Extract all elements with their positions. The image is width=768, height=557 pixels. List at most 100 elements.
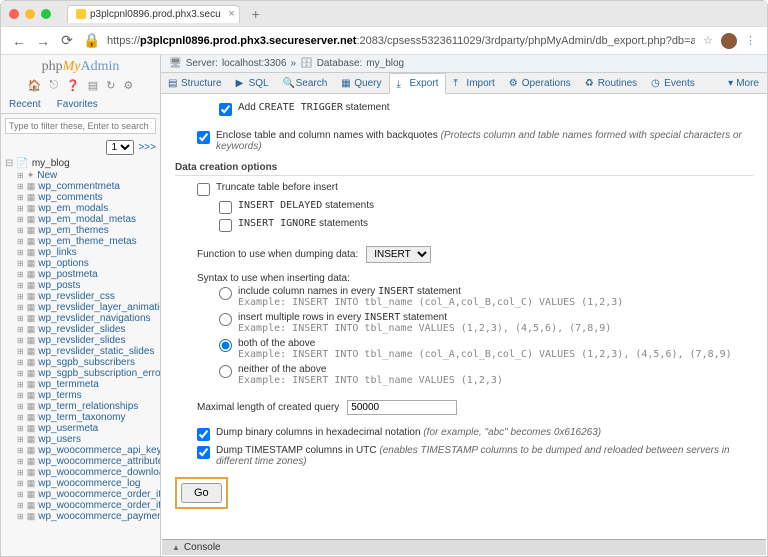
tabs-more[interactable]: ▾More [728, 78, 767, 89]
tab-search[interactable]: 🔍Search [276, 74, 335, 93]
add-create-trigger-checkbox[interactable] [219, 103, 232, 116]
reload-nav-icon[interactable]: ↻ [106, 79, 115, 92]
expand-icon[interactable]: ⊞ [17, 259, 24, 268]
table-node[interactable]: ⊞▦wp_commentmeta [5, 181, 160, 192]
expand-icon[interactable]: ⊞ [17, 380, 24, 389]
expand-icon[interactable]: ⊞ [17, 270, 24, 279]
expand-icon[interactable]: ⊞ [17, 369, 24, 378]
expand-icon[interactable]: ⊞ [17, 358, 24, 367]
expand-icon[interactable]: ⊞ [17, 424, 24, 433]
expand-icon[interactable]: ⊞ [17, 490, 24, 499]
expand-icon[interactable]: ⊞ [17, 391, 24, 400]
table-node[interactable]: ⊞▦wp_sgpb_subscribers [5, 357, 160, 368]
table-node[interactable]: ⊞▦wp_woocommerce_attribute_ [5, 456, 160, 467]
docs-icon[interactable]: ❓ [66, 79, 80, 92]
tab-routines[interactable]: ♻Routines [578, 74, 644, 93]
go-button[interactable]: Go [181, 483, 222, 503]
table-node[interactable]: ⊞▦wp_em_modals [5, 203, 160, 214]
console-bar[interactable]: ▲ Console [162, 539, 766, 555]
dump-ts-utc-checkbox[interactable] [197, 446, 210, 459]
expand-icon[interactable]: ⊞ [17, 457, 24, 466]
logout-icon[interactable]: ⎋ [49, 79, 58, 92]
tab-favorites[interactable]: Favorites [49, 96, 106, 113]
expand-icon[interactable]: ⊞ [17, 413, 24, 422]
browser-tab[interactable]: p3plcpnl0896.prod.phx3.secu × [67, 5, 240, 23]
table-node[interactable]: ⊞▦wp_usermeta [5, 423, 160, 434]
page-next[interactable]: >>> [138, 142, 156, 153]
tab-events[interactable]: ◷Events [644, 74, 702, 93]
expand-icon[interactable]: ⊞ [17, 182, 24, 191]
breadcrumb-server[interactable]: localhost:3306 [222, 58, 287, 69]
enclose-backquotes-checkbox[interactable] [197, 131, 210, 144]
expand-icon[interactable]: ⊞ [17, 215, 24, 224]
reload-icon[interactable]: ⟳ [59, 32, 75, 49]
table-node[interactable]: ⊞▦wp_termmeta [5, 379, 160, 390]
tab-import[interactable]: ⤒Import [446, 74, 501, 93]
db-node[interactable]: ⊟ 📄 my_blog [5, 157, 160, 170]
expand-icon[interactable]: ⊞ [17, 248, 24, 257]
expand-icon[interactable]: ⊞ [17, 171, 24, 180]
tab-sql[interactable]: ▶SQL [229, 74, 276, 93]
back-icon[interactable]: ← [11, 33, 27, 49]
table-node[interactable]: ⊞▦wp_sgpb_subscription_error_ [5, 368, 160, 379]
syntax-include-cols-radio[interactable] [219, 287, 232, 300]
table-node[interactable]: ⊞▦wp_revslider_layer_animation [5, 302, 160, 313]
minimize-icon[interactable] [25, 9, 35, 19]
tab-operations[interactable]: ⚙Operations [502, 74, 578, 93]
forward-icon[interactable]: → [35, 33, 51, 49]
expand-icon[interactable]: ⊞ [17, 512, 24, 521]
table-node[interactable]: ⊞▦wp_woocommerce_download [5, 467, 160, 478]
expand-icon[interactable]: ⊞ [17, 347, 24, 356]
tab-export[interactable]: ⤓Export [389, 73, 447, 94]
tab-recent[interactable]: Recent [1, 96, 49, 113]
syntax-multi-rows-radio[interactable] [219, 313, 232, 326]
expand-icon[interactable]: ⊞ [17, 501, 24, 510]
expand-icon[interactable]: ⊞ [17, 435, 24, 444]
expand-icon[interactable]: ⊞ [17, 402, 24, 411]
expand-icon[interactable]: ⊞ [17, 193, 24, 202]
expand-icon[interactable]: ⊞ [17, 468, 24, 477]
table-node[interactable]: ⊞▦wp_woocommerce_api_keys [5, 445, 160, 456]
expand-icon[interactable]: ⊞ [17, 292, 24, 301]
tab-structure[interactable]: ▤Structure [161, 74, 229, 93]
expand-icon[interactable]: ⊞ [17, 479, 24, 488]
logo[interactable]: phpMyAdmin [1, 55, 160, 77]
table-node[interactable]: ⊞▦wp_woocommerce_payment_ [5, 511, 160, 522]
table-node[interactable]: ⊞▦wp_woocommerce_order_iter [5, 489, 160, 500]
table-node[interactable]: ⊞▦wp_em_theme_metas [5, 236, 160, 247]
settings-icon[interactable]: ⚙ [123, 79, 133, 92]
table-node[interactable]: ⊞▦wp_postmeta [5, 269, 160, 280]
table-node[interactable]: ⊞▦wp_links [5, 247, 160, 258]
table-node[interactable]: ⊞▦wp_options [5, 258, 160, 269]
breadcrumb-db[interactable]: my_blog [366, 58, 404, 69]
profile-avatar[interactable] [721, 33, 737, 49]
table-node[interactable]: ⊞▦wp_revslider_slides [5, 335, 160, 346]
home-icon[interactable]: 🏠 [28, 79, 42, 92]
table-node[interactable]: ⊞▦wp_woocommerce_order_iter [5, 500, 160, 511]
close-icon[interactable] [9, 9, 19, 19]
table-node[interactable]: ⊞▦wp_revslider_navigations [5, 313, 160, 324]
table-node[interactable]: ⊞▦wp_em_modal_metas [5, 214, 160, 225]
page-select[interactable]: 1 [106, 140, 134, 155]
bookmark-icon[interactable]: ☆ [703, 34, 713, 47]
table-node[interactable]: ⊞▦wp_em_themes [5, 225, 160, 236]
table-node[interactable]: ⊞▦wp_revslider_slides [5, 324, 160, 335]
expand-icon[interactable]: ⊞ [17, 336, 24, 345]
zoom-icon[interactable] [41, 9, 51, 19]
table-node[interactable]: ⊞▦wp_terms [5, 390, 160, 401]
insert-ignore-checkbox[interactable] [219, 219, 232, 232]
url-text[interactable]: https://p3plcpnl0896.prod.phx3.secureser… [107, 35, 695, 47]
table-node[interactable]: ⊞▦wp_woocommerce_log [5, 478, 160, 489]
kebab-menu-icon[interactable]: ⋮ [745, 34, 757, 47]
expand-icon[interactable]: ⊞ [17, 226, 24, 235]
table-node[interactable]: ⊞▦wp_comments [5, 192, 160, 203]
insert-delayed-checkbox[interactable] [219, 201, 232, 214]
table-node[interactable]: ⊞▦wp_term_relationships [5, 401, 160, 412]
tab-query[interactable]: ▦Query [334, 74, 388, 93]
table-node[interactable]: ⊞▦wp_revslider_static_slides [5, 346, 160, 357]
truncate-checkbox[interactable] [197, 183, 210, 196]
tab-close-icon[interactable]: × [228, 8, 234, 20]
new-tab-button[interactable]: + [252, 6, 260, 22]
table-node[interactable]: ⊞▦wp_revslider_css [5, 291, 160, 302]
expand-icon[interactable]: ⊞ [17, 204, 24, 213]
